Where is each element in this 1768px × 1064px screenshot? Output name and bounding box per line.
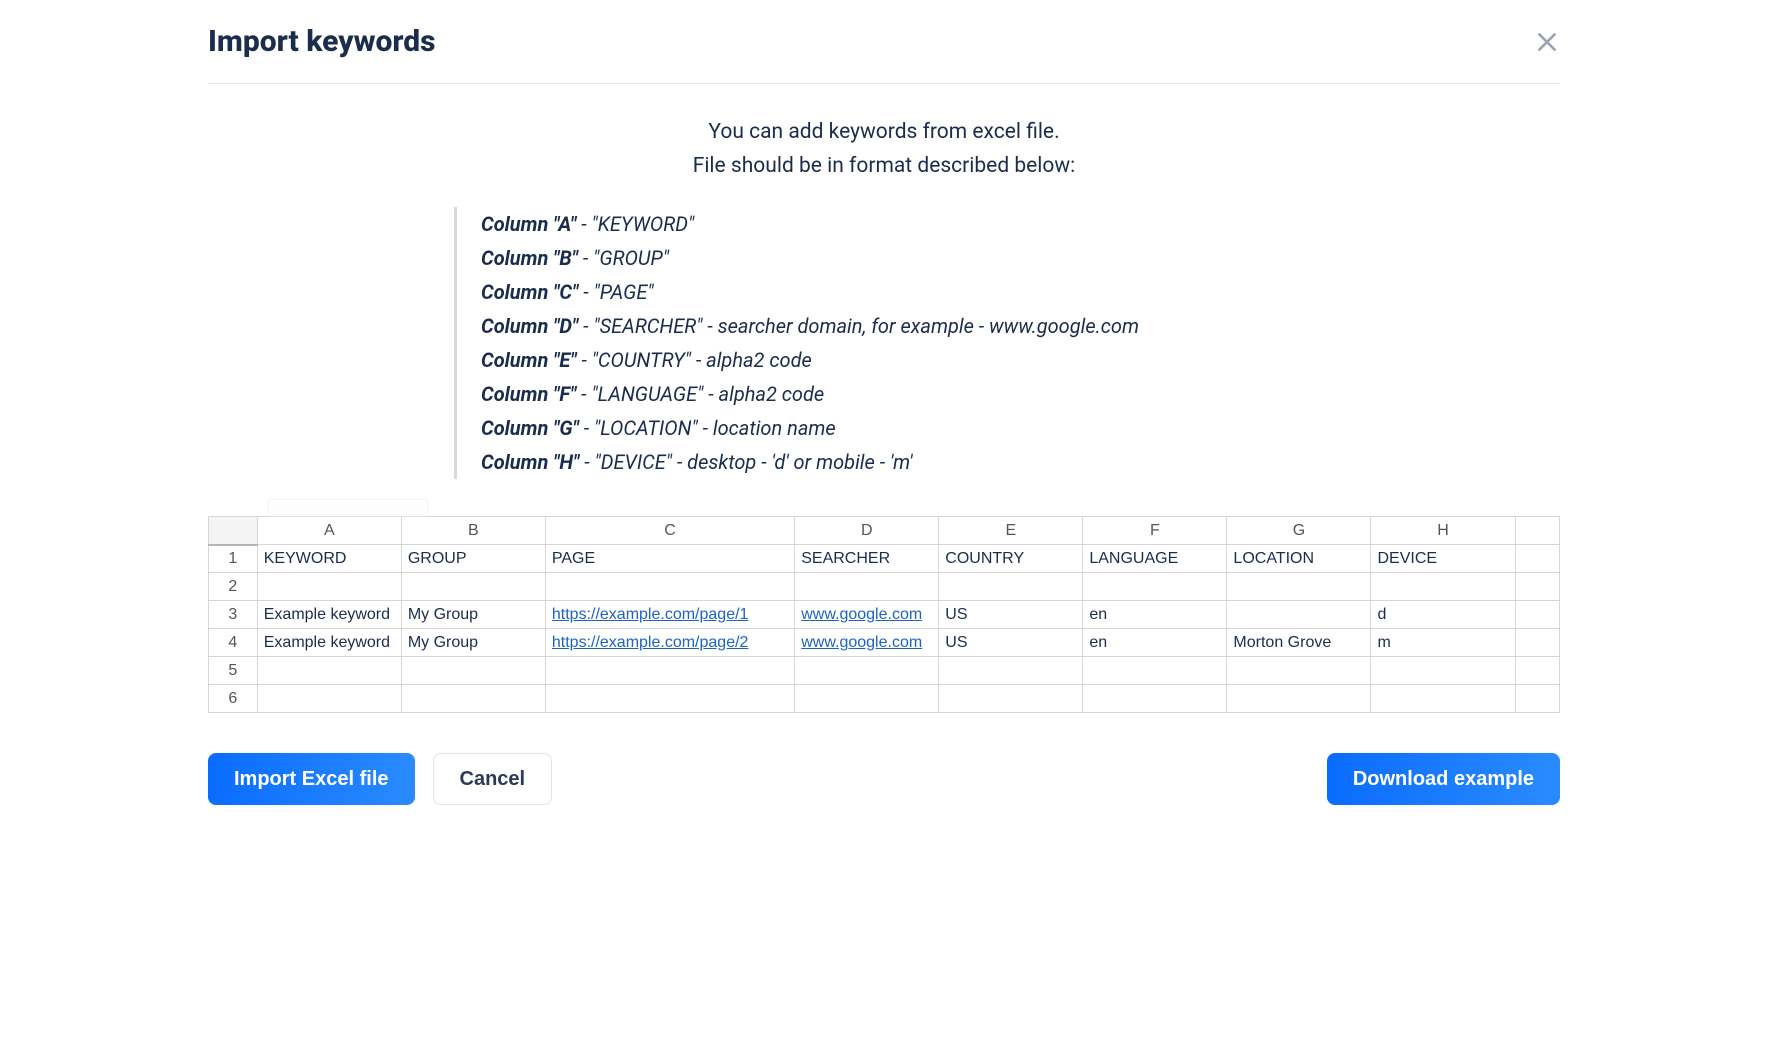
cell xyxy=(257,685,401,713)
col-letter: H xyxy=(1371,517,1515,545)
column-spec: Column "D" - "SEARCHER" - searcher domai… xyxy=(481,309,1314,343)
spreadsheet-table: A B C D E F G H 1KEYWORDGROUPPAGESEARCHE… xyxy=(208,516,1560,713)
column-letters-row: A B C D E F G H xyxy=(209,517,1560,545)
cell: https://example.com/page/2 xyxy=(545,629,794,657)
cell xyxy=(401,657,545,685)
formula-bar-fragment xyxy=(268,499,428,517)
column-spec: Column "H" - "DEVICE" - desktop - 'd' or… xyxy=(481,445,1314,479)
col-letter: C xyxy=(545,517,794,545)
cell xyxy=(1227,657,1371,685)
cell xyxy=(257,573,401,601)
cell xyxy=(1227,573,1371,601)
info-line-2: File should be in format described below… xyxy=(208,150,1560,184)
import-excel-button[interactable]: Import Excel file xyxy=(208,753,415,805)
col-letter: D xyxy=(795,517,939,545)
cell: Example keyword xyxy=(257,601,401,629)
cell: www.google.com xyxy=(795,629,939,657)
cell: www.google.com xyxy=(795,601,939,629)
cell: My Group xyxy=(401,629,545,657)
cell: en xyxy=(1083,629,1227,657)
corner-cell xyxy=(209,517,258,545)
cell xyxy=(939,657,1083,685)
cell xyxy=(1515,685,1559,713)
column-spec: Column "E" - "COUNTRY" - alpha2 code xyxy=(481,343,1314,377)
col-letter: B xyxy=(401,517,545,545)
row-number: 2 xyxy=(209,573,258,601)
row-number: 4 xyxy=(209,629,258,657)
row-number: 1 xyxy=(209,545,258,573)
cell xyxy=(545,657,794,685)
col-letter: F xyxy=(1083,517,1227,545)
info-text: You can add keywords from excel file. Fi… xyxy=(208,116,1560,183)
info-line-1: You can add keywords from excel file. xyxy=(208,116,1560,150)
cell xyxy=(1227,601,1371,629)
cell xyxy=(545,685,794,713)
row-number: 5 xyxy=(209,657,258,685)
col-letter-extra xyxy=(1515,517,1559,545)
row-number: 6 xyxy=(209,685,258,713)
cell xyxy=(1083,573,1227,601)
column-spec: Column "B" - "GROUP" xyxy=(481,241,1314,275)
cell xyxy=(257,657,401,685)
cell: My Group xyxy=(401,601,545,629)
cell: SEARCHER xyxy=(795,545,939,573)
spreadsheet-example: A B C D E F G H 1KEYWORDGROUPPAGESEARCHE… xyxy=(208,499,1560,713)
cell: KEYWORD xyxy=(257,545,401,573)
table-row: 6 xyxy=(209,685,1560,713)
cell xyxy=(795,657,939,685)
cell xyxy=(1515,629,1559,657)
cell: GROUP xyxy=(401,545,545,573)
cell xyxy=(1083,657,1227,685)
table-row: 2 xyxy=(209,573,1560,601)
cell: US xyxy=(939,629,1083,657)
cell xyxy=(795,685,939,713)
cell xyxy=(401,573,545,601)
cancel-button[interactable]: Cancel xyxy=(433,753,553,805)
cell xyxy=(795,573,939,601)
column-spec: Column "C" - "PAGE" xyxy=(481,275,1314,309)
table-row: 3Example keywordMy Grouphttps://example.… xyxy=(209,601,1560,629)
cell: DEVICE xyxy=(1371,545,1515,573)
cell: Example keyword xyxy=(257,629,401,657)
table-row: 1KEYWORDGROUPPAGESEARCHERCOUNTRYLANGUAGE… xyxy=(209,545,1560,573)
table-row: 4Example keywordMy Grouphttps://example.… xyxy=(209,629,1560,657)
cell xyxy=(1515,545,1559,573)
cell xyxy=(545,573,794,601)
cell xyxy=(1515,601,1559,629)
cell: Morton Grove xyxy=(1227,629,1371,657)
cell xyxy=(939,685,1083,713)
cell xyxy=(1371,657,1515,685)
cell xyxy=(401,685,545,713)
cell: PAGE xyxy=(545,545,794,573)
download-example-button[interactable]: Download example xyxy=(1327,753,1560,805)
column-spec: Column "F" - "LANGUAGE" - alpha2 code xyxy=(481,377,1314,411)
table-row: 5 xyxy=(209,657,1560,685)
cell: COUNTRY xyxy=(939,545,1083,573)
cell xyxy=(1515,573,1559,601)
cell xyxy=(1083,685,1227,713)
col-letter: G xyxy=(1227,517,1371,545)
col-letter: E xyxy=(939,517,1083,545)
column-spec: Column "G" - "LOCATION" - location name xyxy=(481,411,1314,445)
cell: https://example.com/page/1 xyxy=(545,601,794,629)
cell xyxy=(1227,685,1371,713)
cell xyxy=(1371,573,1515,601)
cell: d xyxy=(1371,601,1515,629)
close-icon[interactable] xyxy=(1534,29,1560,55)
cell: en xyxy=(1083,601,1227,629)
row-number: 3 xyxy=(209,601,258,629)
col-letter: A xyxy=(257,517,401,545)
dialog-header: Import keywords xyxy=(208,24,1560,84)
cell: US xyxy=(939,601,1083,629)
column-format-list: Column "A" - "KEYWORD" Column "B" - "GRO… xyxy=(454,207,1314,479)
cell: LANGUAGE xyxy=(1083,545,1227,573)
cell xyxy=(1515,657,1559,685)
dialog-title: Import keywords xyxy=(208,24,436,59)
column-spec: Column "A" - "KEYWORD" xyxy=(481,207,1314,241)
cell xyxy=(939,573,1083,601)
action-bar: Import Excel file Cancel Download exampl… xyxy=(208,753,1560,805)
cell xyxy=(1371,685,1515,713)
cell: LOCATION xyxy=(1227,545,1371,573)
cell: m xyxy=(1371,629,1515,657)
